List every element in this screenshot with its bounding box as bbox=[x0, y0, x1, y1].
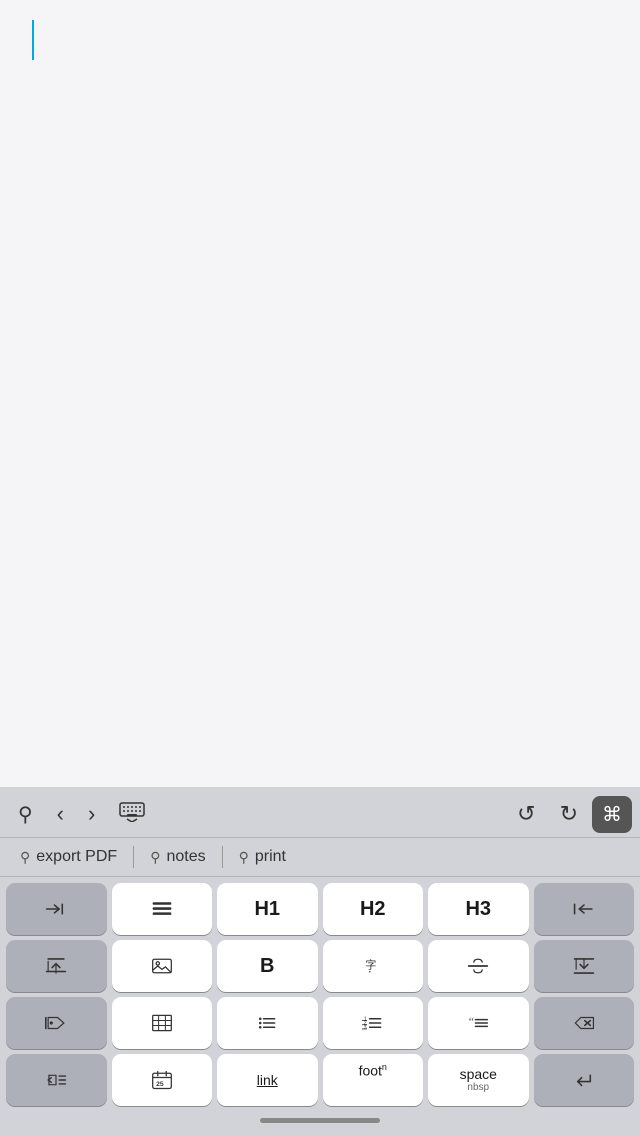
key-grid: H1 H2 H3 bbox=[0, 877, 640, 1108]
editor-area[interactable] bbox=[0, 0, 640, 787]
move-up-key[interactable] bbox=[6, 940, 107, 992]
strikethrough-key[interactable] bbox=[428, 940, 529, 992]
keyboard-hide-button[interactable] bbox=[109, 796, 155, 833]
ruby-key[interactable]: 字 • bbox=[323, 940, 424, 992]
toolbar-row: ⚲ ‹ › bbox=[0, 787, 640, 838]
link-label: link bbox=[257, 1072, 278, 1088]
suggestion-export-pdf[interactable]: ⚲ export PDF bbox=[8, 844, 129, 870]
suggestion-divider-2 bbox=[222, 846, 223, 868]
home-indicator bbox=[260, 1118, 380, 1123]
redo-button[interactable]: ↻ bbox=[550, 795, 588, 833]
enter-key[interactable] bbox=[534, 1054, 635, 1106]
tab-key[interactable] bbox=[6, 883, 107, 935]
undo-button[interactable]: ↺ bbox=[507, 795, 545, 833]
h2-label: H2 bbox=[360, 898, 386, 921]
outdent-key[interactable] bbox=[6, 1054, 107, 1106]
link-key[interactable]: link bbox=[217, 1054, 318, 1106]
indent-left-key[interactable] bbox=[534, 883, 635, 935]
suggestion-divider-1 bbox=[133, 846, 134, 868]
suggestion-search-icon-2: ⚲ bbox=[150, 849, 160, 866]
space-key[interactable]: space nbsp bbox=[428, 1054, 529, 1106]
search-toolbar-button[interactable]: ⚲ bbox=[8, 796, 43, 833]
numbered-list-key[interactable]: 1 2 3 bbox=[323, 997, 424, 1049]
back-button[interactable]: ‹ bbox=[47, 795, 74, 833]
bold-label: B bbox=[260, 955, 274, 978]
text-cursor bbox=[32, 20, 34, 60]
table-key[interactable] bbox=[112, 997, 213, 1049]
image-key[interactable] bbox=[112, 940, 213, 992]
h1-key[interactable]: H1 bbox=[217, 883, 318, 935]
search-icon: ⚲ bbox=[18, 802, 33, 827]
forward-button[interactable]: › bbox=[78, 795, 105, 833]
h2-key[interactable]: H2 bbox=[323, 883, 424, 935]
align-key[interactable] bbox=[112, 883, 213, 935]
suggestion-export-pdf-label: export PDF bbox=[36, 848, 117, 866]
chevron-left-icon: ‹ bbox=[57, 801, 64, 827]
calendar-key[interactable]: 25 bbox=[112, 1054, 213, 1106]
suggestion-search-icon-1: ⚲ bbox=[20, 849, 30, 866]
suggestion-print[interactable]: ⚲ print bbox=[227, 844, 298, 870]
svg-text:3: 3 bbox=[363, 1025, 366, 1031]
bullet-list-key[interactable] bbox=[217, 997, 318, 1049]
svg-text:25: 25 bbox=[156, 1081, 164, 1088]
tag-key[interactable] bbox=[6, 997, 107, 1049]
undo-icon: ↺ bbox=[517, 801, 535, 827]
suggestion-print-label: print bbox=[255, 848, 286, 866]
home-bar bbox=[0, 1108, 640, 1136]
svg-text:字: 字 bbox=[365, 958, 376, 972]
keyboard-container: ⚲ ‹ › bbox=[0, 787, 640, 1136]
backspace-key[interactable] bbox=[534, 997, 635, 1049]
suggestions-row: ⚲ export PDF ⚲ notes ⚲ print bbox=[0, 838, 640, 877]
svg-text:•: • bbox=[369, 970, 371, 976]
h3-key[interactable]: H3 bbox=[428, 883, 529, 935]
footnote-key[interactable]: footn bbox=[323, 1054, 424, 1106]
move-down-key[interactable] bbox=[534, 940, 635, 992]
suggestion-search-icon-3: ⚲ bbox=[239, 849, 249, 866]
blockquote-key[interactable]: “ bbox=[428, 997, 529, 1049]
command-icon: ⌘ bbox=[602, 802, 622, 827]
suggestion-notes[interactable]: ⚲ notes bbox=[138, 844, 217, 870]
redo-icon: ↻ bbox=[560, 801, 578, 827]
bold-key[interactable]: B bbox=[217, 940, 318, 992]
h3-label: H3 bbox=[465, 898, 491, 921]
footnote-label: footn bbox=[359, 1062, 387, 1079]
chevron-right-icon: › bbox=[88, 801, 95, 827]
svg-text:“: “ bbox=[469, 1015, 474, 1029]
keyboard-icon bbox=[119, 802, 145, 827]
h1-label: H1 bbox=[254, 898, 280, 921]
nbsp-label: nbsp bbox=[467, 1082, 489, 1094]
cmd-button[interactable]: ⌘ bbox=[592, 796, 632, 833]
space-label: space bbox=[460, 1066, 497, 1083]
suggestion-notes-label: notes bbox=[166, 848, 205, 866]
